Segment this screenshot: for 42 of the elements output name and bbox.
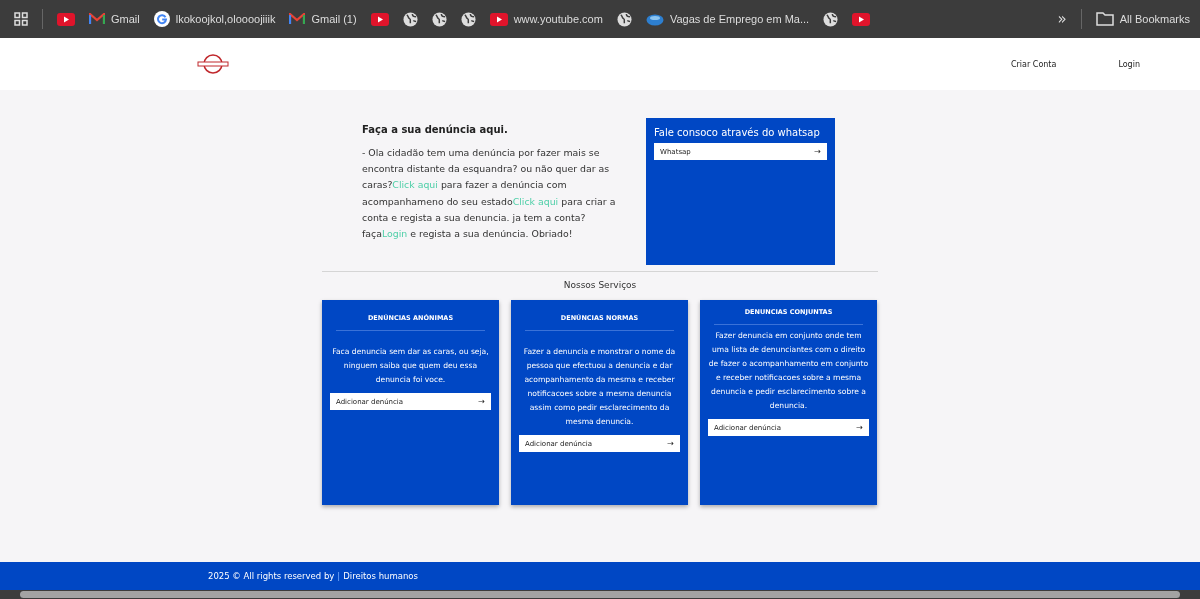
mail-icon <box>89 13 105 25</box>
play-icon <box>57 12 75 26</box>
globe-icon <box>616 11 632 27</box>
mail-icon <box>289 13 306 25</box>
intro-paragraph: - Ola cidadão tem uma denúncia por fazer mais se encontra distante da esquandra? ou não quer dar as caras?Click aqui para fazer a denúncia com acompanhameno do seu estadoClick aqui para criar a conta e regista a sua denuncia. ja tem a conta? faça Login e regista a sua denúncia. Obriado! <box>362 146 617 241</box>
apps-grid-icon[interactable] <box>14 12 28 26</box>
bookmark-item[interactable]: Gmail (1) <box>289 13 357 25</box>
bookmark-item[interactable]: lkokoojkol,oloooojiiik <box>153 11 276 27</box>
bookmark-item[interactable] <box>852 12 871 26</box>
globe-icon <box>431 11 447 27</box>
bookmark-item[interactable]: Vagas de Emprego em Ma... <box>645 12 810 26</box>
copyright-text: 2025 © All rights reserved by <box>208 571 335 581</box>
letter-g-icon <box>153 11 170 27</box>
play-icon <box>852 12 871 26</box>
intro-title: Faça a sua denúncia aqui. <box>362 124 509 135</box>
play-icon <box>370 12 389 26</box>
cloud-logo-icon <box>645 12 664 26</box>
scrollbar-thumb[interactable] <box>20 591 1180 598</box>
globe-icon <box>460 11 476 27</box>
globe-icon <box>402 11 418 27</box>
bookmark-item[interactable]: www.youtube.com <box>489 12 603 26</box>
more-bookmarks-button[interactable]: » <box>1057 10 1067 28</box>
bookmark-item[interactable] <box>370 12 389 26</box>
bookmark-item[interactable] <box>823 11 839 27</box>
footer-link[interactable]: Direitos humanos <box>343 571 418 581</box>
globe-icon <box>823 11 839 27</box>
bookmark-item[interactable] <box>616 11 632 27</box>
folder-icon <box>1095 12 1114 26</box>
bookmark-item[interactable] <box>57 12 75 26</box>
footer-separator: | <box>337 571 341 581</box>
all-bookmarks-button[interactable]: All Bookmarks <box>1095 12 1190 26</box>
bookmark-item[interactable] <box>402 11 418 27</box>
bookmark-item[interactable] <box>460 11 476 27</box>
whatsapp-title: Fale consoco através do whatsap <box>654 127 821 138</box>
bookmark-item[interactable] <box>431 11 447 27</box>
nav-link[interactable]: Login <box>1118 59 1140 69</box>
logo-icon[interactable] <box>196 54 230 74</box>
bookmark-item[interactable]: Gmail <box>89 13 140 25</box>
horizontal-scrollbar[interactable] <box>0 590 1200 599</box>
nav-link[interactable]: Criar Conta <box>1011 59 1057 69</box>
play-icon <box>489 12 508 26</box>
services-title: Nossos Serviços <box>562 280 638 290</box>
